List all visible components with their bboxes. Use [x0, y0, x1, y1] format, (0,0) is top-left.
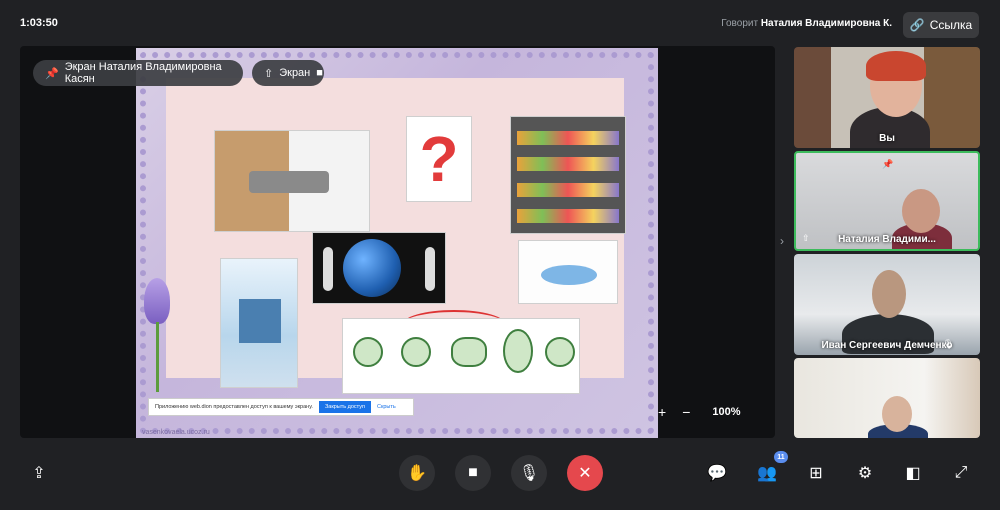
- water-bottle-image: [220, 258, 298, 388]
- pin-icon[interactable]: 📌: [882, 159, 893, 170]
- chat-button[interactable]: 💬: [702, 455, 732, 491]
- bottom-toolbar: ⇪ ✋ ■ 🎙 ✕ 💬 👥 11 ⊞ ⚙ ◧ ⤢: [0, 446, 1000, 500]
- call-timer: 1:03:50: [20, 17, 58, 29]
- speaking-indicator: Говорит Наталия Владимировна К.: [721, 18, 892, 29]
- screen-share-icon: ⇧: [264, 67, 274, 80]
- zoom-in-button[interactable]: +: [658, 404, 666, 420]
- layout-button[interactable]: ⊞: [801, 455, 831, 491]
- share-screen-icon: ⇪: [32, 465, 46, 482]
- slide-watermark: vasenkovaela.ucoz.ru: [142, 429, 210, 436]
- chat-icon: 💬: [707, 465, 727, 482]
- speaking-prefix: Говорит: [721, 18, 759, 29]
- slide-content: ?: [166, 78, 626, 394]
- shared-slide: ? vasenkovaela.ucoz.ru: [136, 48, 658, 438]
- microphone-button[interactable]: 🎙: [511, 455, 547, 491]
- screen-toggle-pill[interactable]: ⇧ Экран ■: [252, 60, 324, 86]
- fridge-image: [510, 116, 626, 234]
- gear-icon: ⚙: [857, 465, 873, 482]
- picture-in-picture-button[interactable]: ◧: [898, 455, 928, 491]
- pip-icon: ◧: [905, 465, 921, 482]
- screen-share-stage[interactable]: ? vasenkovaela.ucoz.ru Приложению web.di…: [20, 46, 775, 438]
- top-bar: 1:03:50 Говорит Наталия Владимировна К. …: [0, 0, 1000, 46]
- link-label: Ссылка: [929, 18, 973, 32]
- hand-icon: ✋: [407, 465, 427, 482]
- participant-tile-active[interactable]: 📌 ⇧ Наталия Владими...: [794, 151, 980, 251]
- camera-icon: ■: [316, 67, 323, 79]
- screen-owner-label: Экран Наталия Владимировна Касян: [64, 61, 222, 85]
- network-image: [518, 240, 618, 304]
- hide-notice-button[interactable]: Скрыть: [377, 404, 396, 410]
- share-notice-text: Приложению web.dion предоставлен доступ …: [155, 404, 313, 410]
- chevron-right-icon[interactable]: ›: [780, 234, 784, 248]
- participants-button[interactable]: 👥 11: [752, 451, 788, 491]
- participants-icon: 👥: [757, 465, 777, 482]
- crocus-flower-image: [136, 278, 176, 398]
- microphone-icon: 🎙: [518, 465, 540, 482]
- camera-button[interactable]: ■: [455, 455, 491, 491]
- cell-division-image: [342, 318, 580, 394]
- participant-tile[interactable]: Вы: [794, 47, 980, 148]
- leave-call-button[interactable]: ✕: [567, 455, 603, 491]
- zoom-controls: + − 100%: [658, 400, 741, 424]
- conference-app: 1:03:50 Говорит Наталия Владимировна К. …: [0, 0, 1000, 510]
- zoom-out-button[interactable]: −: [682, 404, 690, 420]
- hinge-image: [214, 130, 370, 232]
- screen-owner-pill[interactable]: 📌 Экран Наталия Владимировна Касян: [33, 60, 243, 86]
- screen-label: Экран: [279, 67, 311, 79]
- mic-off-icon: 🎙: [942, 339, 954, 349]
- participant-tile[interactable]: Иван Сергеевич Демченко 🎙: [794, 254, 980, 355]
- fullscreen-button[interactable]: ⤢: [946, 455, 976, 491]
- earth-image: [312, 232, 446, 304]
- zoom-level: 100%: [712, 406, 741, 418]
- close-icon: ✕: [578, 465, 592, 482]
- settings-button[interactable]: ⚙: [850, 455, 880, 491]
- participant-name: Вы: [879, 133, 895, 144]
- link-icon: 🔗: [909, 18, 925, 32]
- participants-count-badge: 11: [774, 451, 788, 463]
- camera-icon: ■: [468, 464, 478, 481]
- expand-icon: ⤢: [954, 464, 968, 481]
- share-screen-button[interactable]: ⇪: [24, 455, 54, 491]
- participant-name: Наталия Владими...: [838, 234, 936, 245]
- question-mark-image: ?: [406, 116, 472, 202]
- link-button[interactable]: 🔗 Ссылка: [903, 12, 979, 38]
- participant-tile[interactable]: [794, 358, 980, 438]
- pin-icon[interactable]: 📌: [45, 67, 59, 80]
- stop-sharing-button[interactable]: Закрыть доступ: [318, 401, 371, 413]
- raise-hand-button[interactable]: ✋: [399, 455, 435, 491]
- screen-share-notice: Приложению web.dion предоставлен доступ …: [148, 398, 414, 416]
- speaking-name: Наталия Владимировна К.: [760, 18, 892, 29]
- grid-icon: ⊞: [809, 465, 823, 482]
